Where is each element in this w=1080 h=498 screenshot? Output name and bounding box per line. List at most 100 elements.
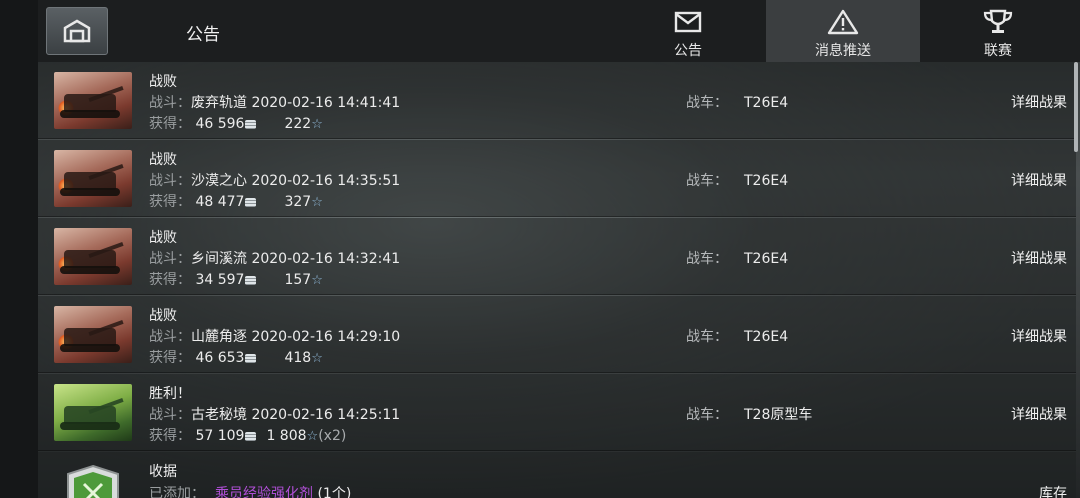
xp-star-icon: ☆ (306, 429, 319, 444)
credits-icon (245, 276, 257, 285)
map-name: 乡间溪流 (191, 251, 247, 267)
earned-label: 获得： (149, 116, 191, 132)
battle-info: 战斗：乡间溪流 2020-02-16 14:32:41 (149, 248, 400, 268)
battle-info: 战斗：沙漠之心 2020-02-16 14:35:51 (149, 170, 400, 190)
tab-league[interactable]: 联赛 (958, 0, 1038, 62)
booster-icon (62, 462, 124, 498)
message-list[interactable]: 战败 战斗：废弃轨道 2020-02-16 14:41:41 获得： 46 59… (38, 62, 1076, 498)
vehicle-label: 战车： (686, 329, 728, 345)
vehicle-info: 战车： T26E4 (686, 92, 788, 112)
xp-multiplier: (x2) (318, 428, 347, 444)
stock-link[interactable]: 库存 (1039, 483, 1067, 498)
xp-value: 327 (284, 194, 312, 210)
vehicle-name: T26E4 (744, 173, 789, 189)
defeat-thumbnail (54, 306, 132, 363)
earned-label: 获得： (149, 194, 191, 210)
vehicle-name: T26E4 (744, 329, 789, 345)
vehicle-label: 战车： (686, 251, 728, 267)
tab-notice-label: 公告 (674, 43, 702, 59)
xp-star-icon: ☆ (311, 117, 323, 132)
battle-datetime: 2020-02-16 14:25:11 (251, 407, 401, 423)
map-name: 古老秘境 (191, 407, 247, 423)
top-bar: 公告 公告 消息推送 联赛 (38, 0, 1080, 62)
battle-result-row[interactable]: 战败 战斗：沙漠之心 2020-02-16 14:35:51 获得： 48 47… (38, 140, 1076, 217)
battle-datetime: 2020-02-16 14:35:51 (251, 173, 401, 189)
left-edge (0, 0, 38, 498)
xp-star-icon: ☆ (311, 351, 323, 366)
earned-label: 获得： (149, 272, 191, 288)
result-title: 战败 (149, 308, 177, 324)
envelope-icon (674, 10, 702, 34)
vehicle-label: 战车： (686, 95, 728, 111)
credits-value: 46 653 (195, 350, 245, 366)
tab-notice[interactable]: 公告 (658, 0, 718, 62)
battle-result-row[interactable]: 战败 战斗：乡间溪流 2020-02-16 14:32:41 获得： 34 59… (38, 218, 1076, 295)
page-title: 公告 (186, 25, 220, 45)
detailed-results-link[interactable]: 详细战果 (1011, 170, 1067, 190)
xp-star-icon: ☆ (311, 195, 323, 210)
added-label: 已添加： (149, 486, 205, 498)
result-title: 战败 (149, 230, 177, 246)
battle-info: 战斗：山麓角逐 2020-02-16 14:29:10 (149, 326, 400, 346)
detailed-results-link[interactable]: 详细战果 (1011, 248, 1067, 268)
battle-label: 战斗： (149, 95, 191, 111)
battle-result-row[interactable]: 胜利！ 战斗：古老秘境 2020-02-16 14:25:11 获得： 57 1… (38, 374, 1076, 451)
battle-label: 战斗： (149, 407, 191, 423)
garage-button[interactable] (46, 7, 108, 55)
item-count: (1个) (317, 486, 352, 498)
battle-datetime: 2020-02-16 14:32:41 (251, 251, 401, 267)
tab-message-push-label: 消息推送 (815, 43, 871, 59)
earned-info: 获得： 48 477 327☆ (149, 191, 323, 211)
defeat-thumbnail (54, 228, 132, 285)
battle-label: 战斗： (149, 173, 191, 189)
tab-league-label: 联赛 (984, 43, 1012, 59)
earned-info: 获得： 46 596 222☆ (149, 113, 323, 133)
battle-result-row[interactable]: 战败 战斗：废弃轨道 2020-02-16 14:41:41 获得： 46 59… (38, 62, 1076, 139)
battle-datetime: 2020-02-16 14:41:41 (251, 95, 401, 111)
receipt-title: 收据 (149, 464, 177, 480)
warning-triangle-icon (827, 9, 859, 35)
xp-value: 157 (284, 272, 312, 288)
vehicle-info: 战车： T26E4 (686, 326, 788, 346)
earned-label: 获得： (149, 350, 191, 366)
credits-icon (245, 198, 257, 207)
xp-value: 222 (284, 116, 312, 132)
result-title: 战败 (149, 74, 177, 90)
credits-value: 57 109 (195, 428, 245, 444)
vehicle-label: 战车： (686, 173, 728, 189)
scrollbar[interactable] (1074, 62, 1078, 152)
vehicle-label: 战车： (686, 407, 728, 423)
trophy-icon (981, 9, 1015, 34)
vehicle-info: 战车： T26E4 (686, 170, 788, 190)
battle-datetime: 2020-02-16 14:29:10 (251, 329, 401, 345)
credits-icon (245, 120, 257, 129)
detailed-results-link[interactable]: 详细战果 (1011, 326, 1067, 346)
battle-info: 战斗：古老秘境 2020-02-16 14:25:11 (149, 404, 400, 424)
battle-info: 战斗：废弃轨道 2020-02-16 14:41:41 (149, 92, 400, 112)
vehicle-info: 战车： T26E4 (686, 248, 788, 268)
vehicle-info: 战车： T28原型车 (686, 404, 812, 424)
credits-value: 46 596 (195, 116, 245, 132)
map-name: 废弃轨道 (191, 95, 247, 111)
detailed-results-link[interactable]: 详细战果 (1011, 404, 1067, 424)
credits-icon (245, 432, 257, 441)
xp-value: 418 (284, 350, 312, 366)
vehicle-name: T28原型车 (744, 407, 813, 423)
earned-label: 获得： (149, 428, 191, 444)
battle-label: 战斗： (149, 329, 191, 345)
map-name: 沙漠之心 (191, 173, 247, 189)
receipt-row[interactable]: 收据 已添加： 乘员经验强化剂 (1个) 库存 (38, 452, 1076, 498)
result-title: 战败 (149, 152, 177, 168)
victory-thumbnail (54, 384, 132, 441)
detailed-results-link[interactable]: 详细战果 (1011, 92, 1067, 112)
battle-result-row[interactable]: 战败 战斗：山麓角逐 2020-02-16 14:29:10 获得： 46 65… (38, 296, 1076, 373)
earned-info: 获得： 57 109 1 808☆(x2) (149, 425, 346, 445)
credits-value: 48 477 (195, 194, 245, 210)
credits-value: 34 597 (195, 272, 245, 288)
item-name: 乘员经验强化剂 (215, 486, 313, 498)
defeat-thumbnail (54, 150, 132, 207)
garage-icon (63, 19, 91, 43)
tab-message-push[interactable]: 消息推送 (766, 0, 920, 62)
added-info: 已添加： 乘员经验强化剂 (1个) (149, 483, 351, 498)
vehicle-name: T26E4 (744, 95, 789, 111)
